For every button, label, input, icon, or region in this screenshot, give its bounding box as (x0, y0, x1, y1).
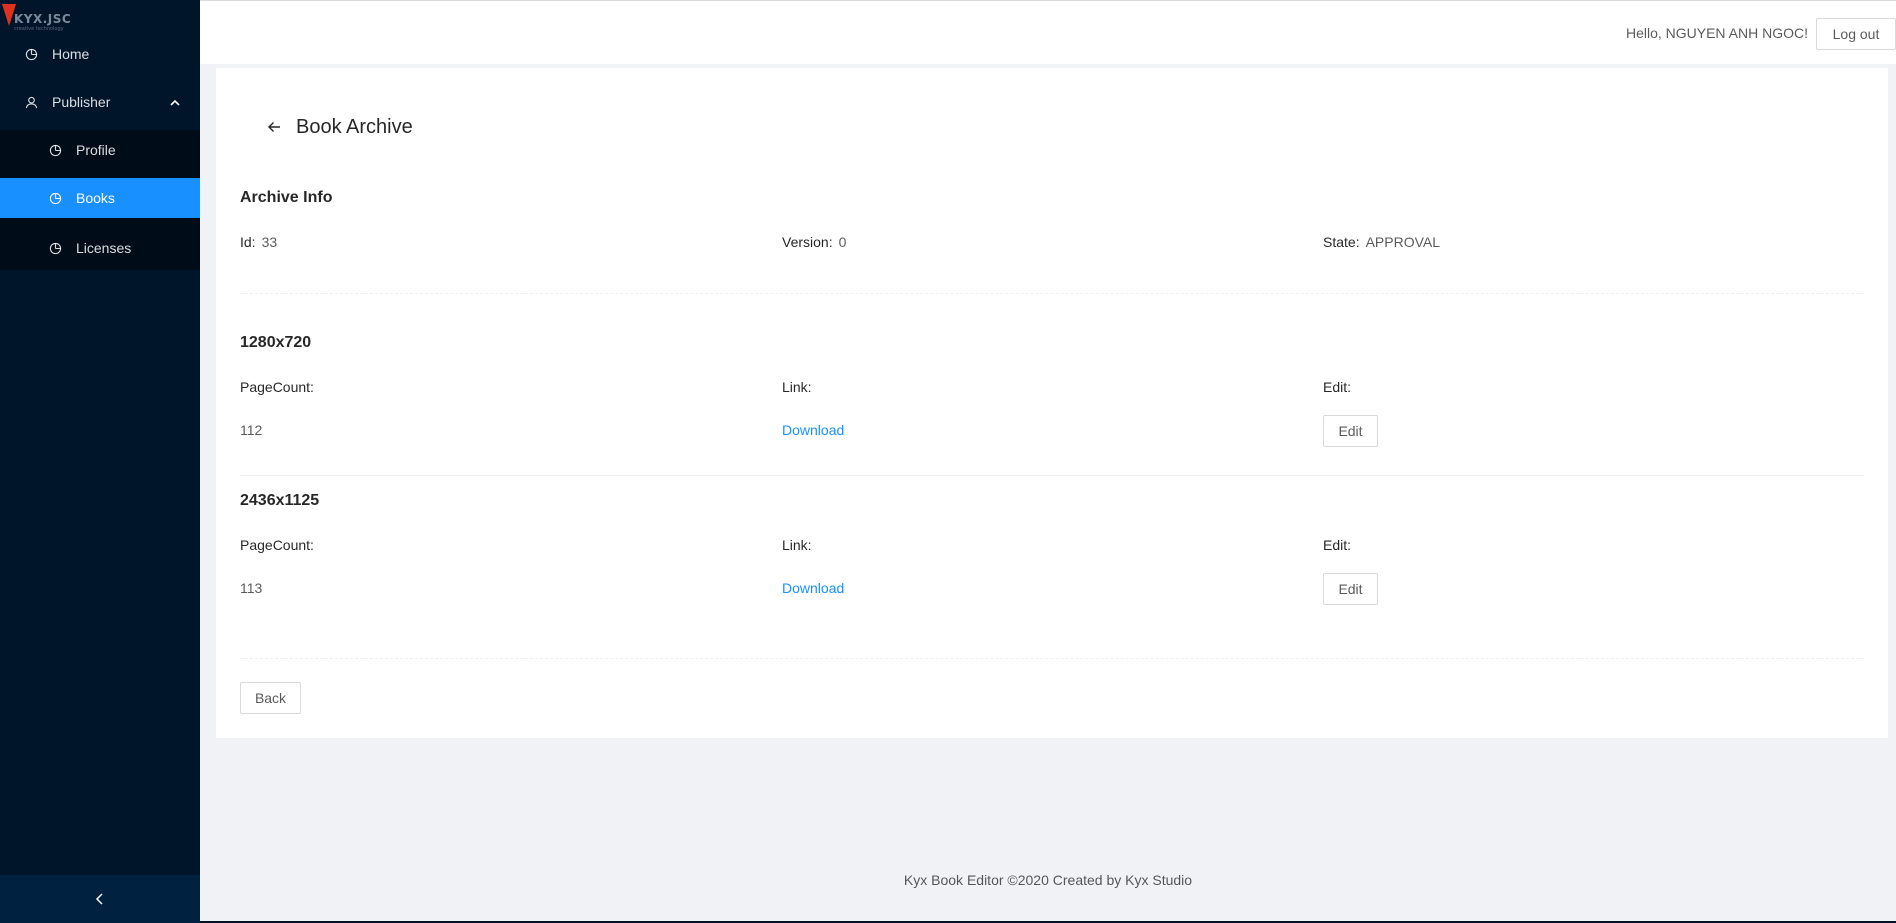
download-link[interactable]: Download (782, 422, 844, 438)
footer: Kyx Book Editor ©2020 Created by Kyx Stu… (903, 872, 1193, 888)
header: Hello, NGUYEN ANH NGOC! Log out (200, 0, 1896, 64)
archive-state-value: APPROVAL (1365, 234, 1441, 250)
archive-version-field: Version: 0 (782, 234, 846, 250)
sidebar-item-label: Home (52, 46, 90, 62)
edit-label: Edit: (1323, 379, 1352, 395)
pie-chart-icon (48, 143, 62, 157)
pie-chart-icon (24, 47, 38, 61)
pagecount-label: PageCount: (240, 537, 314, 553)
divider (240, 475, 1864, 476)
link-label: Link: (782, 537, 812, 553)
user-icon (24, 95, 38, 109)
sidebar-collapse-button[interactable] (0, 875, 200, 923)
sidebar-item-profile[interactable]: Profile (0, 130, 200, 170)
format-title: 1280x720 (240, 334, 312, 351)
archive-info-title: Archive Info (240, 189, 333, 206)
logo[interactable]: KYX.JSC creative technology (0, 0, 200, 38)
sidebar-item-books[interactable]: Books (0, 178, 200, 218)
arrow-left-icon (268, 122, 280, 132)
pagecount-value: 112 (240, 422, 263, 438)
sidebar-item-home[interactable]: Home (0, 34, 200, 74)
submenu-gap (0, 218, 200, 226)
sidebar: KYX.JSC creative technology Home Publish… (0, 0, 200, 923)
pie-chart-icon (48, 191, 62, 205)
edit-label: Edit: (1323, 537, 1352, 553)
divider (240, 658, 1864, 659)
submenu-gap (0, 170, 200, 178)
content-card: Book Archive Archive Info Id: 33 Version:… (216, 68, 1888, 738)
edit-button[interactable]: Edit (1323, 573, 1378, 605)
back-button[interactable]: Back (240, 682, 301, 714)
archive-state-field: State: APPROVAL (1323, 234, 1440, 250)
format-title: 2436x1125 (240, 492, 320, 509)
back-arrow-button[interactable] (264, 117, 284, 137)
pagecount-value: 113 (240, 580, 263, 596)
logout-button[interactable]: Log out (1816, 18, 1896, 50)
sidebar-item-label: Books (76, 190, 115, 206)
greeting-text: Hello, NGUYEN ANH NGOC! (1625, 25, 1808, 41)
edit-button[interactable]: Edit (1323, 415, 1378, 447)
archive-state-label: State: (1323, 234, 1360, 250)
chevron-left-icon (95, 893, 103, 905)
archive-version-label: Version: (782, 234, 833, 250)
logo-tagline: creative technology (14, 26, 64, 32)
pie-chart-icon (48, 241, 62, 255)
chevron-up-icon (170, 99, 180, 106)
download-link[interactable]: Download (782, 580, 844, 596)
archive-version-value: 0 (838, 234, 847, 250)
link-label: Link: (782, 379, 812, 395)
archive-id-label: Id: (240, 234, 256, 250)
sidebar-item-licenses[interactable]: Licenses (0, 226, 200, 270)
page-title: Book Archive (296, 116, 413, 138)
divider (240, 293, 1864, 294)
sidebar-item-label: Licenses (76, 240, 132, 256)
sidebar-item-label: Profile (76, 142, 116, 158)
pagecount-label: PageCount: (240, 379, 314, 395)
archive-id-field: Id: 33 (240, 234, 277, 250)
sidebar-item-label: Publisher (52, 94, 111, 110)
logo-name: KYX.JSC (14, 12, 72, 26)
archive-id-value: 33 (261, 234, 278, 250)
sidebar-item-publisher[interactable]: Publisher (0, 82, 200, 122)
